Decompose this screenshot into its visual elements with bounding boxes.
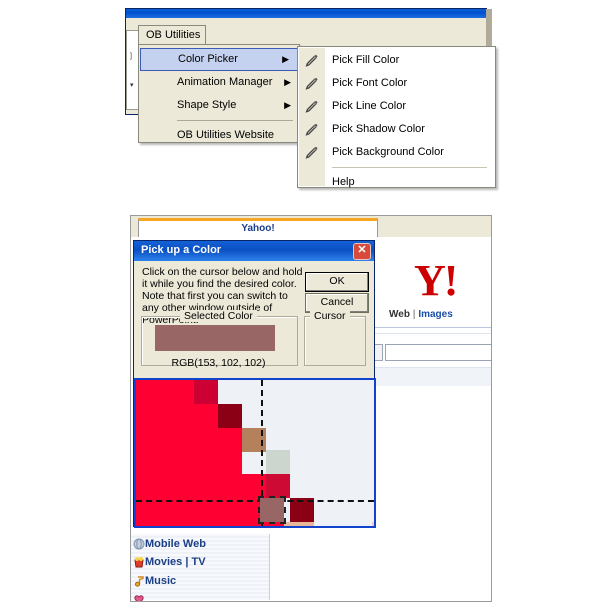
magnifier-block-10 [260, 522, 284, 526]
menu-item-shape-style-label: Shape Style [177, 99, 237, 111]
menu-item-pick-fill-color[interactable]: Pick Fill Color [298, 49, 495, 72]
menu-item-color-picker[interactable]: Color Picker ▶ [140, 48, 298, 71]
yahoo-divider-2 [361, 333, 491, 334]
cursor-preview[interactable] [308, 324, 360, 364]
yahoo-nav-images[interactable]: Images [418, 309, 452, 320]
selected-color-swatch [155, 325, 275, 351]
menu-item-animation-manager-label: Animation Manager [177, 76, 273, 88]
search-input[interactable] [385, 344, 491, 361]
dropdown-menu-ob-utilities[interactable]: Color Picker ▶ Animation Manager ▶ Shape… [138, 44, 300, 143]
eyedropper-icon [304, 76, 319, 91]
magnifier-block-8 [266, 474, 290, 498]
heart-icon [133, 593, 145, 601]
submenu-color-picker[interactable]: Pick Fill Color Pick Font Color Pick Lin… [297, 46, 496, 188]
eyedropper-icon [304, 145, 319, 160]
sidebar-item-movies-tv[interactable]: Movies | TV [134, 556, 206, 568]
browser-tabstrip: Yahoo! [131, 216, 491, 240]
sidebar-item-mobile-web-label: Mobile Web [145, 538, 206, 550]
color-magnifier[interactable] [134, 378, 376, 528]
menu-item-pick-shadow-color-label: Pick Shadow Color [332, 123, 425, 135]
menu-item-pick-font-color[interactable]: Pick Font Color [298, 72, 495, 95]
menu-item-pick-background-color-label: Pick Background Color [332, 146, 444, 158]
menu-item-pick-background-color[interactable]: Pick Background Color [298, 141, 495, 164]
menu-item-pick-shadow-color[interactable]: Pick Shadow Color [298, 118, 495, 141]
left-strip-marker-2: ▾ [130, 82, 134, 89]
color-picker-cursor-handle[interactable] [258, 496, 286, 524]
browser-tab-yahoo-label: Yahoo! [241, 223, 275, 234]
popcorn-icon [133, 556, 145, 568]
crosshair-horizontal [136, 500, 374, 502]
menu-ob-utilities-label: OB Utilities [146, 29, 201, 41]
dialog-title-label: Pick up a Color [141, 244, 222, 256]
yahoo-logo: Y! [414, 256, 458, 305]
left-strip-marker: ] [130, 53, 132, 60]
chevron-right-icon: ▶ [282, 54, 289, 64]
menu-item-help[interactable]: Help [298, 171, 495, 194]
yahoo-content-stripe [361, 367, 491, 386]
ok-button[interactable]: OK [305, 272, 369, 292]
menu-item-animation-manager[interactable]: Animation Manager ▶ [139, 71, 299, 94]
magnifier-swatch-0 [284, 522, 314, 526]
powerpoint-titlebar [126, 9, 486, 18]
selected-color-groupbox-label: Selected Color [180, 310, 257, 322]
close-icon-glyph: ✕ [357, 244, 367, 256]
rgb-value-label: RGB(153, 102, 102) [171, 357, 266, 369]
menu-item-color-picker-label: Color Picker [178, 53, 238, 65]
close-icon[interactable]: ✕ [353, 243, 371, 260]
menu-item-pick-line-color[interactable]: Pick Line Color [298, 95, 495, 118]
yahoo-nav-web[interactable]: Web [389, 309, 410, 320]
menu-item-pick-fill-color-label: Pick Fill Color [332, 54, 400, 66]
menu-item-ob-utilities-website[interactable]: OB Utilities Website [139, 124, 299, 147]
magnifier-block-5 [218, 404, 242, 428]
eyedropper-icon [304, 53, 319, 68]
menu-item-pick-line-color-label: Pick Line Color [332, 100, 406, 112]
menu-ob-utilities[interactable]: OB Utilities [138, 25, 206, 45]
magnifier-swatch-1 [372, 522, 374, 526]
yahoo-left-nav: Mobile Web Movies | TV Music [131, 534, 270, 601]
chevron-right-icon: ▶ [284, 100, 291, 110]
yahoo-search-row: ▼ [363, 344, 491, 361]
chevron-right-icon: ▶ [284, 77, 291, 87]
ok-button-label: OK [329, 275, 345, 287]
yahoo-nav-separator: | [412, 309, 416, 320]
sidebar-item-music-label: Music [145, 575, 177, 587]
sidebar-item-music[interactable]: Music [135, 575, 177, 587]
yahoo-divider [361, 327, 491, 328]
magnifier-block-7 [266, 450, 290, 474]
menu-item-shape-style[interactable]: Shape Style ▶ [139, 94, 299, 117]
cursor-groupbox-label: Cursor [310, 310, 350, 322]
yahoo-search-nav: Web | Images [389, 309, 453, 320]
cancel-button-label: Cancel [320, 296, 354, 308]
eyedropper-icon [304, 99, 319, 114]
sidebar-item-movies-tv-label: Movies | TV [145, 556, 206, 568]
magnifier-block-4 [194, 380, 218, 404]
menu-item-ob-utilities-website-label: OB Utilities Website [177, 129, 274, 141]
submenu-separator [332, 167, 487, 168]
dialog-titlebar[interactable]: Pick up a Color ✕ [134, 241, 374, 261]
menu-item-help-label: Help [332, 176, 355, 188]
menu-separator [177, 120, 293, 121]
eyedropper-icon [304, 122, 319, 137]
music-note-icon [133, 575, 145, 587]
globe-icon [133, 538, 145, 550]
sidebar-item-mobile-web[interactable]: Mobile Web [133, 538, 206, 550]
menu-item-pick-font-color-label: Pick Font Color [332, 77, 408, 89]
